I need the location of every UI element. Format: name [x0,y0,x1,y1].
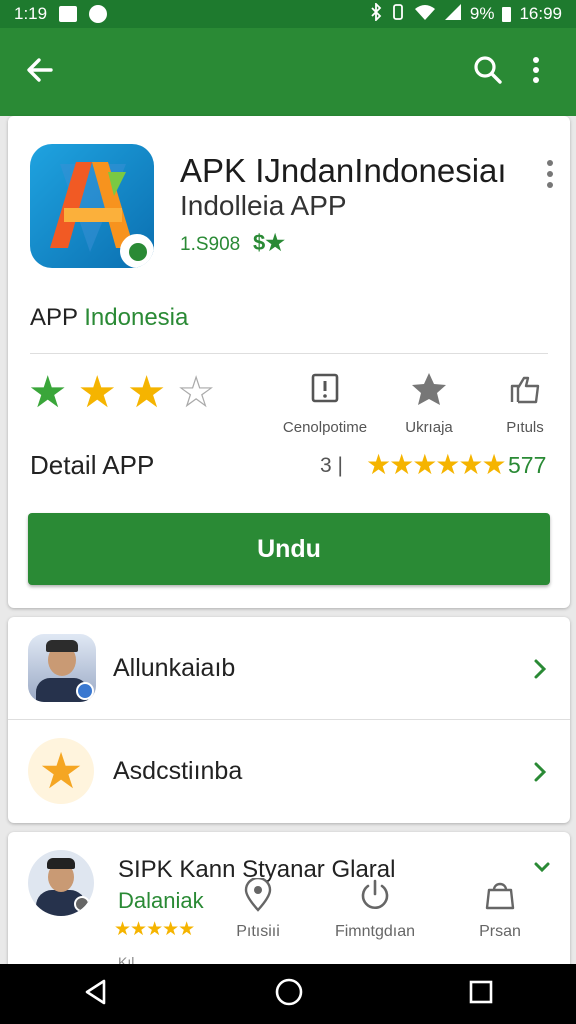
list-item[interactable]: Allunkaiaıb [8,617,570,720]
list-item-label: Asdcstiınba [113,757,243,785]
arrow-left-icon [25,55,55,90]
search-button[interactable] [464,48,512,96]
featured-subtitle: Dalaniak [118,888,204,913]
person-avatar-icon [28,634,98,704]
category-label: APP [30,304,78,331]
detail-score: 577 [508,452,547,478]
card-more-button[interactable] [534,154,566,198]
signal-icon [444,3,462,26]
list-item-label: Allunkaiaıb [113,654,236,682]
battery-icon [502,6,512,22]
star-filled-icon[interactable]: ★ [28,371,67,415]
chevron-right-icon [528,760,552,784]
action-label: Ukrıaja [405,419,453,436]
power-icon [358,879,392,916]
app-category: APP Indonesia [30,304,188,332]
star-icon [411,373,447,410]
search-icon [473,55,503,90]
money-star-icon: $★ [253,230,285,255]
divider [30,353,548,354]
notification-icon [89,5,108,23]
status-time-right: 16:99 [519,4,562,23]
person-avatar-icon [28,850,94,916]
app-size: 1.S908 [180,234,241,255]
category-value: Indonesia [84,304,189,331]
status-bar: 1:19 9% 16:99 [0,0,576,28]
action-share[interactable]: Pıtuls [470,372,576,436]
battery-percent: 9% [469,4,495,23]
star-filled-icon[interactable]: ★ [127,371,166,415]
action-label: Cenolpotime [282,419,368,436]
tab-location[interactable]: Pıtısiıi [198,876,318,941]
detail-count: 3 | [320,454,343,477]
download-button[interactable]: Undu [28,513,550,585]
more-vertical-icon [532,56,540,89]
recents-square-icon[interactable] [468,979,494,1010]
more-options-button[interactable] [512,48,560,96]
home-circle-icon[interactable] [274,977,304,1012]
more-vertical-icon [546,159,554,194]
detail-count-value: 3 [320,454,332,477]
vibrate-icon [390,3,406,26]
system-nav-bar [0,964,576,1024]
location-pin-icon [243,876,273,916]
app-title: APK IJndanIndonesiaı [180,152,507,189]
user-rating[interactable]: ★ ★ ★ ☆ [28,371,216,415]
flag-icon [310,373,340,410]
chevron-right-icon [528,657,552,681]
app-logo [30,144,154,268]
action-label: Pıtuls [506,419,544,436]
action-wishlist[interactable]: Ukrıaja [374,372,484,436]
tab-power[interactable]: Fimntgdıan [315,878,435,941]
featured-stars: ★★★★★ [114,919,195,940]
install-badge [120,234,154,268]
image-notification-icon [59,6,78,22]
star-badge-icon: ★ [28,738,98,808]
bluetooth-icon [370,1,382,26]
bag-icon [483,882,517,916]
tab-label: Pıtısiıi [236,923,280,940]
tab-label: Prsan [479,923,521,940]
action-report[interactable]: Cenolpotime [270,372,380,436]
detail-title: Detail APP [30,450,155,480]
back-button[interactable] [16,48,64,96]
status-time-left: 1:19 [14,4,48,23]
wifi-icon [414,3,436,26]
related-list-card: Allunkaiaıb ★ Asdcstiınba [8,617,570,823]
list-item[interactable]: ★ Asdcstiınba [8,720,570,823]
app-subtitle: Indolleia APP [180,190,347,221]
share-icon [508,376,542,410]
detail-stars: ★★★★★★ [366,449,507,480]
app-bar [0,28,576,116]
back-triangle-icon[interactable] [82,978,110,1011]
star-empty-icon[interactable]: ☆ [176,371,215,415]
tab-label: Fimntgdıan [334,923,416,940]
star-filled-icon[interactable]: ★ [77,371,116,415]
app-detail-card: APK IJndanIndonesiaı Indolleia APP 1.S90… [8,116,570,608]
tab-messages[interactable]: Prsan [440,878,560,941]
